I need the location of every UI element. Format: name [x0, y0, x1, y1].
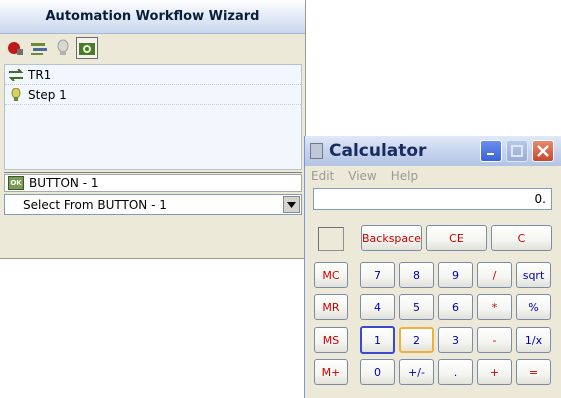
chevron-down-icon[interactable]: [283, 196, 300, 213]
calculator-icon: [310, 143, 323, 159]
key-9[interactable]: 9: [438, 262, 473, 288]
bulb-icon: [57, 39, 69, 55]
minimize-icon: [487, 153, 494, 155]
select-value: Select From BUTTON - 1: [23, 197, 167, 212]
subtract-button[interactable]: -: [477, 327, 512, 353]
key-0[interactable]: 0: [360, 359, 395, 385]
memory-indicator: [318, 227, 344, 251]
camera-icon: [79, 43, 95, 55]
steps-icon: [31, 43, 47, 55]
menu-view[interactable]: View: [348, 169, 376, 183]
divide-button[interactable]: /: [477, 262, 512, 288]
key-7[interactable]: 7: [360, 262, 395, 288]
minimize-button[interactable]: [480, 140, 502, 162]
sign-toggle-button[interactable]: +/-: [399, 359, 434, 385]
camera-button[interactable]: [76, 37, 98, 59]
key-8[interactable]: 8: [399, 262, 434, 288]
calculator-window: Calculator Edit View Help 0. Backspace C…: [304, 136, 561, 398]
window-title: Calculator: [329, 141, 427, 161]
bulb-button[interactable]: [52, 37, 74, 59]
record-icon: [8, 42, 23, 55]
reciprocal-button[interactable]: 1/x: [516, 327, 551, 353]
menu-help[interactable]: Help: [391, 169, 418, 183]
memory-add-button[interactable]: M+: [314, 359, 348, 385]
add-button[interactable]: +: [477, 359, 512, 385]
close-icon: [537, 145, 549, 157]
divider: [4, 172, 302, 173]
wizard-title: Automation Workflow Wizard: [0, 0, 305, 34]
tree-item-label: Step 1: [28, 87, 67, 102]
clear-button[interactable]: C: [491, 225, 552, 251]
automation-wizard-panel: Automation Workflow Wizard TR1 Step 1 OK…: [0, 0, 306, 259]
key-1[interactable]: 1: [360, 326, 395, 354]
bulb-icon: [8, 87, 24, 102]
key-4[interactable]: 4: [360, 294, 395, 320]
key-5[interactable]: 5: [399, 294, 434, 320]
key-3[interactable]: 3: [438, 327, 473, 353]
tree-item-tr1[interactable]: TR1: [5, 65, 301, 85]
maximize-icon: [511, 145, 523, 157]
record-button[interactable]: [4, 37, 26, 59]
memory-recall-button[interactable]: MR: [314, 294, 348, 320]
key-2[interactable]: 2: [399, 327, 434, 353]
workflow-tree: TR1 Step 1: [4, 64, 302, 170]
selected-button-item[interactable]: OK BUTTON - 1: [4, 174, 302, 192]
tree-item-label: TR1: [28, 67, 52, 82]
ok-button-icon: OK: [8, 176, 24, 190]
calculator-menu-bar: Edit View Help: [311, 169, 418, 183]
wizard-toolbar: [4, 36, 98, 60]
calculator-display: 0.: [313, 188, 552, 210]
key-6[interactable]: 6: [438, 294, 473, 320]
maximize-button[interactable]: [506, 140, 528, 162]
percent-button[interactable]: %: [516, 294, 551, 320]
button-item-label: BUTTON - 1: [29, 176, 99, 190]
menu-edit[interactable]: Edit: [311, 169, 334, 183]
backspace-button[interactable]: Backspace: [361, 225, 422, 251]
memory-store-button[interactable]: MS: [314, 327, 348, 353]
sqrt-button[interactable]: sqrt: [516, 262, 551, 288]
decimal-button[interactable]: .: [438, 359, 473, 385]
memory-clear-button[interactable]: MC: [314, 262, 348, 288]
multiply-button[interactable]: *: [477, 294, 512, 320]
arrows-icon: [8, 68, 24, 82]
button-select-dropdown[interactable]: Select From BUTTON - 1: [4, 194, 302, 215]
tree-item-step-1[interactable]: Step 1: [5, 85, 301, 105]
equals-button[interactable]: =: [516, 359, 551, 385]
close-button[interactable]: [532, 140, 554, 162]
steps-button[interactable]: [28, 37, 50, 59]
clear-entry-button[interactable]: CE: [426, 225, 487, 251]
